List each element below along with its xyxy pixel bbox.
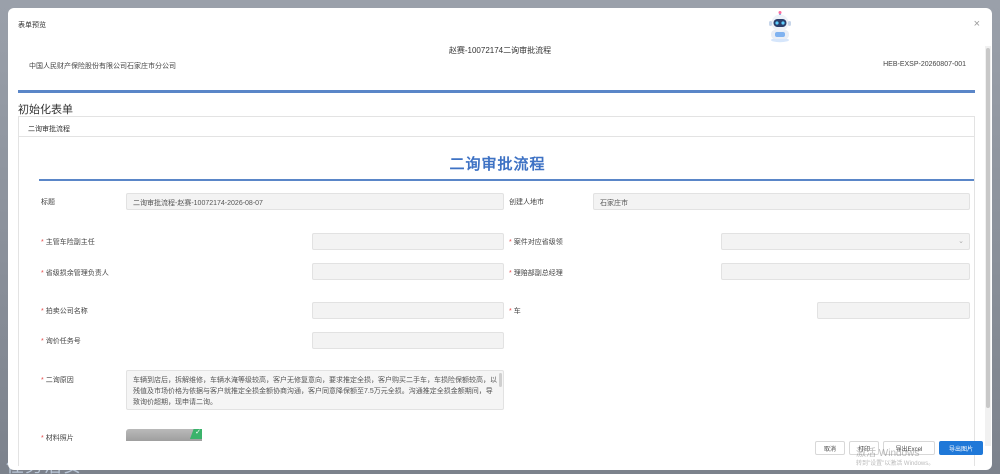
export-image-button[interactable]: 导出图片 bbox=[939, 441, 983, 455]
car-field[interactable] bbox=[817, 302, 970, 319]
supervisor-label: * 主管车险副主任 bbox=[41, 237, 95, 247]
panel-label: 二询审批流程 bbox=[28, 126, 70, 133]
material-photo-label: * 材料照片 bbox=[41, 433, 74, 443]
form-preview-modal: 表单预览 × 赵赛-10072174二询审批流程 中国人民财产保险股份有限公司石… bbox=[8, 8, 992, 470]
inquiry-task-field[interactable] bbox=[312, 332, 504, 349]
creator-city-field[interactable]: 石家庄市 bbox=[593, 193, 970, 210]
claims-manager-field[interactable] bbox=[721, 263, 970, 280]
required-mark: * bbox=[41, 377, 44, 384]
modal-title: 表单预览 bbox=[18, 22, 46, 29]
reason-label: * 二询原因 bbox=[41, 375, 74, 385]
chevron-down-icon: ⌄ bbox=[958, 238, 964, 245]
auction-company-label: * 拍卖公司名称 bbox=[41, 306, 88, 316]
form-title: 二询审批流程 bbox=[449, 156, 546, 173]
reason-text: 车辆到店后，拆解维修，车辆水淹等级较高，客户无修复意向，要求推定全损，客户购买二… bbox=[133, 377, 497, 406]
auction-company-field[interactable] bbox=[312, 302, 504, 319]
scrollbar-thumb[interactable] bbox=[986, 48, 990, 408]
header-divider bbox=[18, 90, 975, 93]
inquiry-task-label: * 询价任务号 bbox=[41, 336, 81, 346]
inquiry-task-label-text: 询价任务号 bbox=[45, 338, 81, 345]
form-panel: 二询审批流程 二询审批流程 标题 二询审批流程-赵赛-10072174-2026… bbox=[18, 116, 975, 466]
windows-activation-watermark: 激活 Windows 转到"设置"以激活 Windows。 bbox=[856, 448, 934, 470]
document-title: 赵赛-10072174二询审批流程 bbox=[448, 46, 552, 55]
claims-manager-label-text: 理赔部副总经理 bbox=[513, 270, 563, 277]
province-dept-select[interactable]: ⌄ bbox=[721, 233, 970, 250]
check-glyph: ✓ bbox=[195, 429, 201, 436]
cancel-button[interactable]: 取消 bbox=[815, 441, 845, 455]
claims-manager-label: * 理赔部副总经理 bbox=[509, 268, 563, 278]
title-label: 标题 bbox=[41, 199, 55, 206]
required-mark: * bbox=[41, 338, 44, 345]
required-mark: * bbox=[509, 270, 512, 277]
watermark-line1: 激活 Windows bbox=[856, 448, 920, 459]
claims-head-label: * 省级损余管理负责人 bbox=[41, 268, 109, 278]
required-mark: * bbox=[41, 239, 44, 246]
material-photo-label-text: 材料照片 bbox=[45, 435, 74, 442]
required-mark: * bbox=[509, 308, 512, 315]
robot-assistant-icon[interactable] bbox=[765, 11, 795, 43]
required-mark: * bbox=[509, 239, 512, 246]
claims-head-field[interactable] bbox=[312, 263, 504, 280]
creator-city-label: 创建人地市 bbox=[509, 199, 544, 206]
document-number: HEB-EXSP-20260807-001 bbox=[883, 61, 966, 68]
required-mark: * bbox=[41, 270, 44, 277]
close-icon[interactable]: × bbox=[974, 18, 980, 30]
car-label-text: 车 bbox=[513, 308, 521, 315]
textarea-scrollbar[interactable] bbox=[499, 373, 502, 387]
watermark-line2: 转到"设置"以激活 Windows。 bbox=[856, 461, 935, 467]
modal-header: 表单预览 × bbox=[8, 8, 992, 43]
required-mark: * bbox=[41, 435, 44, 442]
reason-textarea[interactable]: 车辆到店后，拆解维修，车辆水淹等级较高，客户无修复意向，要求推定全损，客户购买二… bbox=[126, 370, 504, 410]
supervisor-field[interactable] bbox=[312, 233, 504, 250]
province-dept-label-text: 案件对应省级领 bbox=[513, 239, 563, 246]
auction-company-label-text: 拍卖公司名称 bbox=[45, 308, 88, 315]
car-label: * 车 bbox=[509, 306, 521, 316]
title-field[interactable]: 二询审批流程-赵赛-10072174-2026-08-07 bbox=[126, 193, 504, 210]
material-photo-thumbnail[interactable] bbox=[126, 429, 202, 441]
form-title-underline bbox=[39, 179, 974, 181]
province-dept-label: * 案件对应省级领 bbox=[509, 237, 563, 247]
claims-head-label-text: 省级损余管理负责人 bbox=[45, 270, 109, 277]
supervisor-label-text: 主管车险副主任 bbox=[45, 239, 95, 246]
section-title: 初始化表单 bbox=[18, 104, 73, 116]
organization-name: 中国人民财产保险股份有限公司石家庄市分公司 bbox=[29, 63, 176, 70]
required-mark: * bbox=[41, 308, 44, 315]
reason-label-text: 二询原因 bbox=[45, 377, 74, 384]
panel-header: 二询审批流程 bbox=[19, 117, 974, 137]
